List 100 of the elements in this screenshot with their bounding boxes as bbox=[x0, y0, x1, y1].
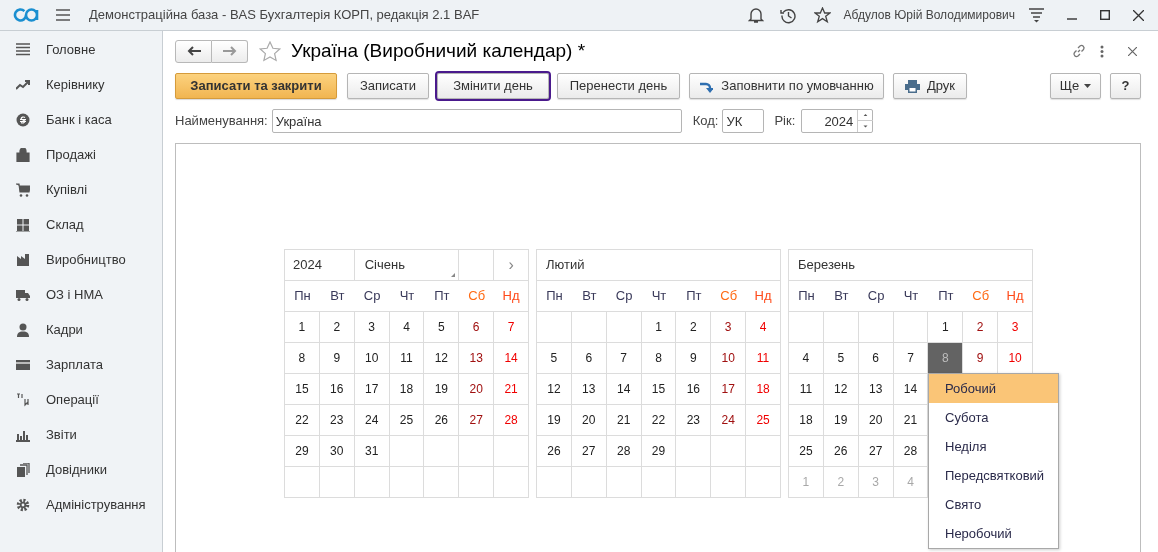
day-cell[interactable]: 13 bbox=[858, 374, 893, 404]
day-cell[interactable]: 27 bbox=[571, 436, 606, 466]
menu-item[interactable]: Робочий bbox=[929, 374, 1058, 403]
print-button[interactable]: Друк bbox=[893, 73, 967, 99]
day-cell[interactable]: 19 bbox=[823, 405, 858, 435]
day-cell[interactable]: 29 bbox=[285, 436, 319, 466]
close-icon[interactable] bbox=[1133, 9, 1144, 21]
star-icon[interactable] bbox=[813, 6, 831, 24]
day-cell[interactable]: 3 bbox=[998, 312, 1032, 342]
day-cell[interactable]: 21 bbox=[606, 405, 641, 435]
sidebar-item[interactable]: Керівнику bbox=[46, 74, 105, 95]
day-cell[interactable]: 18 bbox=[789, 405, 823, 435]
change-day-button[interactable]: Змінити день bbox=[437, 73, 549, 99]
day-cell[interactable]: 16 bbox=[319, 374, 354, 404]
day-cell[interactable]: 26 bbox=[823, 436, 858, 466]
save-button[interactable]: Записати bbox=[347, 73, 429, 99]
sidebar-item[interactable]: Довідники bbox=[46, 459, 107, 480]
day-cell[interactable]: 26 bbox=[424, 405, 459, 435]
maximize-icon[interactable] bbox=[1100, 10, 1110, 20]
day-cell[interactable]: 28 bbox=[494, 405, 528, 435]
day-cell[interactable]: 7 bbox=[893, 343, 928, 373]
save-and-close-button[interactable]: Записати та закрити bbox=[175, 73, 337, 99]
settings-menu-icon[interactable] bbox=[1029, 7, 1044, 23]
day-cell[interactable]: 16 bbox=[676, 374, 711, 404]
day-cell[interactable]: 30 bbox=[319, 436, 354, 466]
day-cell[interactable]: 10 bbox=[998, 343, 1032, 373]
day-cell[interactable]: 12 bbox=[424, 343, 459, 373]
day-cell[interactable]: 8 bbox=[285, 343, 319, 373]
day-cell[interactable]: 23 bbox=[676, 405, 711, 435]
day-cell[interactable]: 15 bbox=[641, 374, 676, 404]
day-cell[interactable]: 21 bbox=[893, 405, 928, 435]
day-cell[interactable]: 28 bbox=[893, 436, 928, 466]
back-button[interactable] bbox=[175, 39, 212, 63]
menu-item[interactable]: Неділя bbox=[929, 432, 1058, 461]
menu-item[interactable]: Субота bbox=[929, 403, 1058, 432]
day-cell[interactable]: 24 bbox=[711, 405, 746, 435]
day-cell[interactable]: 2 bbox=[963, 312, 998, 342]
day-cell[interactable]: 8 bbox=[641, 343, 676, 373]
day-cell[interactable]: 14 bbox=[606, 374, 641, 404]
day-cell[interactable]: 22 bbox=[285, 405, 319, 435]
day-cell[interactable]: 10 bbox=[711, 343, 746, 373]
sidebar-item[interactable]: Зарплата bbox=[46, 354, 103, 375]
day-cell[interactable]: 19 bbox=[537, 405, 571, 435]
day-cell[interactable]: 23 bbox=[319, 405, 354, 435]
next-month-button[interactable]: › bbox=[494, 250, 529, 281]
day-cell[interactable]: 22 bbox=[641, 405, 676, 435]
day-cell[interactable]: 6 bbox=[858, 343, 893, 373]
day-cell[interactable]: 18 bbox=[389, 374, 424, 404]
day-cell[interactable]: 31 bbox=[354, 436, 389, 466]
move-day-button[interactable]: Перенести день bbox=[557, 73, 680, 99]
code-field[interactable]: УК bbox=[722, 109, 765, 133]
sidebar-item[interactable]: Головне bbox=[46, 39, 96, 60]
sidebar-item[interactable]: Виробництво bbox=[46, 249, 126, 270]
day-cell[interactable]: 6 bbox=[571, 343, 606, 373]
day-cell[interactable]: 1 bbox=[641, 312, 676, 342]
day-cell[interactable]: 5 bbox=[537, 343, 571, 373]
day-cell[interactable]: 11 bbox=[746, 343, 780, 373]
day-cell[interactable]: 7 bbox=[494, 312, 528, 342]
bell-icon[interactable] bbox=[747, 6, 764, 24]
day-cell[interactable]: 7 bbox=[606, 343, 641, 373]
day-cell[interactable]: 17 bbox=[711, 374, 746, 404]
history-icon[interactable] bbox=[779, 6, 797, 24]
sidebar-item[interactable]: Банк і каса bbox=[46, 109, 112, 130]
day-cell[interactable]: 13 bbox=[571, 374, 606, 404]
day-cell[interactable]: 3 bbox=[354, 312, 389, 342]
day-cell[interactable]: 17 bbox=[354, 374, 389, 404]
day-cell[interactable]: 5 bbox=[823, 343, 858, 373]
day-cell[interactable]: 20 bbox=[858, 405, 893, 435]
day-cell[interactable]: 2 bbox=[676, 312, 711, 342]
day-cell[interactable]: 21 bbox=[494, 374, 528, 404]
sidebar-item[interactable]: Адміністрування bbox=[46, 494, 146, 515]
day-cell[interactable]: 6 bbox=[459, 312, 494, 342]
day-cell[interactable]: 13 bbox=[459, 343, 494, 373]
day-cell[interactable]: 28 bbox=[606, 436, 641, 466]
menu-item[interactable]: Свято bbox=[929, 490, 1058, 519]
day-cell[interactable]: 25 bbox=[746, 405, 780, 435]
year-field[interactable]: 2024 bbox=[801, 109, 874, 133]
day-cell[interactable]: 26 bbox=[537, 436, 571, 466]
sidebar-item[interactable]: Купівлі bbox=[46, 179, 88, 200]
sidebar-item[interactable]: Звіти bbox=[46, 424, 77, 445]
day-cell[interactable]: 4 bbox=[389, 312, 424, 342]
sidebar-item[interactable]: Продажі bbox=[46, 144, 96, 165]
day-cell[interactable]: 25 bbox=[389, 405, 424, 435]
day-cell[interactable]: 9 bbox=[319, 343, 354, 373]
menu-item[interactable]: Передсвятковий bbox=[929, 461, 1058, 490]
day-cell[interactable]: 14 bbox=[893, 374, 928, 404]
menu-icon[interactable] bbox=[56, 9, 70, 21]
day-cell[interactable]: 24 bbox=[354, 405, 389, 435]
more-options-icon[interactable] bbox=[1100, 44, 1104, 58]
day-cell[interactable]: 20 bbox=[571, 405, 606, 435]
day-cell[interactable]: 1 bbox=[928, 312, 963, 342]
more-button[interactable]: Ще bbox=[1050, 73, 1101, 99]
month-selector[interactable]: Січень bbox=[354, 250, 460, 281]
name-field[interactable]: Україна bbox=[271, 109, 682, 133]
day-cell[interactable]: 1 bbox=[285, 312, 319, 342]
day-cell[interactable]: 14 bbox=[494, 343, 528, 373]
day-cell[interactable]: 9 bbox=[676, 343, 711, 373]
day-cell[interactable]: 19 bbox=[424, 374, 459, 404]
day-cell[interactable]: 2 bbox=[319, 312, 354, 342]
sidebar-item[interactable]: ОЗ і НМА bbox=[46, 284, 103, 305]
